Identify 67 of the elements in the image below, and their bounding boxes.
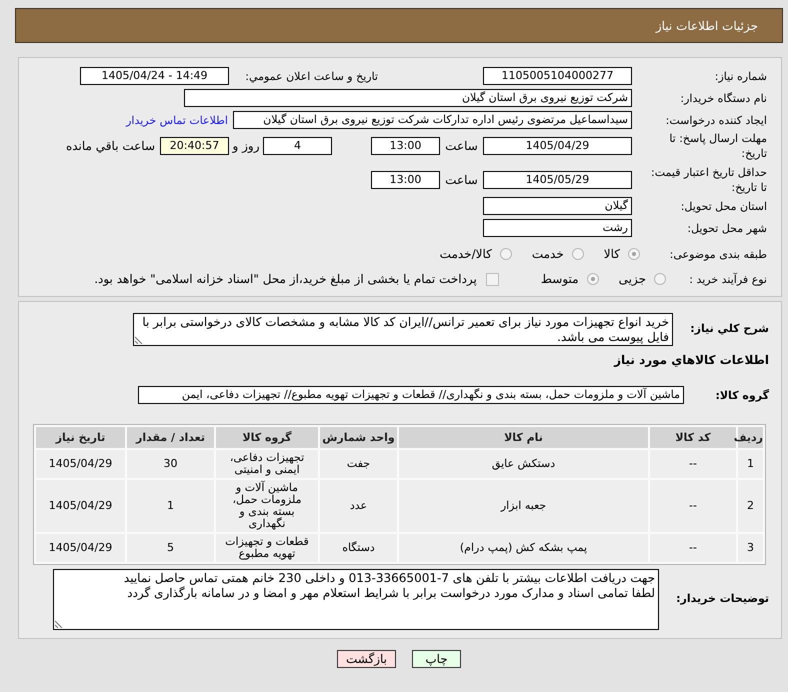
table-cell: 30 bbox=[127, 450, 214, 478]
field-label: مهلت ارسال پاسخ: تا تاریخ: bbox=[669, 132, 767, 160]
buyer-organization-field[interactable]: شرکت توزیع نیروی برق استان گیلان bbox=[184, 89, 632, 107]
table-cell: پمپ بشکه کش (پمپ درام) bbox=[399, 534, 648, 562]
delivery-province-field[interactable]: گیلان bbox=[483, 197, 632, 215]
requester-field[interactable]: سیداسماعیل مرتضوی رئیس اداره تدارکات شرکت توزیع نیروی برق استان گیلان bbox=[233, 111, 632, 129]
time-left-label: ساعت باقي مانده bbox=[66, 139, 155, 153]
back-button[interactable]: بازگشت bbox=[337, 650, 396, 668]
table-cell: جفت bbox=[320, 450, 397, 478]
delivery-city-field[interactable]: رشت bbox=[483, 219, 632, 237]
field-label: طبقه بندی موضوعی: bbox=[670, 248, 767, 260]
buyer-contact-link[interactable]: اطلاعات تماس خریدار bbox=[126, 114, 228, 126]
time-label: ساعت bbox=[445, 139, 478, 153]
column-header: کد کالا bbox=[650, 427, 736, 448]
table-cell: تجهیزات دفاعی، ایمنی و امنیتی bbox=[216, 450, 318, 478]
field-label: گروه کالا: bbox=[715, 388, 769, 402]
treasury-payment-label: پرداخت تمام یا بخشی از مبلغ خرید،از محل "اسناد خزانه اسلامی" خواهد بود. bbox=[94, 272, 477, 286]
table-cell: 1405/04/29 bbox=[36, 450, 125, 478]
table-cell: دستگاه bbox=[320, 534, 397, 562]
time-label: ساعت bbox=[445, 173, 478, 187]
table-cell: 3 bbox=[738, 534, 763, 562]
table-cell: 1405/04/29 bbox=[36, 534, 125, 562]
days-label: روز و bbox=[232, 139, 260, 153]
field-label: استان محل تحویل: bbox=[680, 200, 767, 212]
table-cell: عدد bbox=[320, 480, 397, 532]
column-header: گروه کالا bbox=[216, 427, 318, 448]
deadline-date-field[interactable]: 1405/04/29 bbox=[483, 137, 632, 155]
time-left-field[interactable]: 20:40:57 bbox=[160, 137, 229, 155]
goods-group-field[interactable]: ماشین آلات و ملزومات حمل، بسته بندی و نگهداری// قطعات و تجهیزات تهویه مطبوع// تجهیزات دفاعی، ایمن bbox=[138, 386, 684, 404]
field-label: نوع فرآیند خرید : bbox=[689, 272, 767, 286]
table-cell: -- bbox=[650, 480, 736, 532]
buyer-notes-text-area[interactable]: جهت دریافت اطلاعات بیشتر با تلفن های 7-33665001-013 و داخلی 230 خانم همتی تماس حاصل نمایید لطفا تمامی اسناد و مدارک مورد درخواست برابر با شرایط استعلام مهر و امضا و در سامانه بارگذاری گردد bbox=[53, 569, 659, 630]
table-cell: قطعات و تجهیزات تهویه مطبوع bbox=[216, 534, 318, 562]
price-validity-time-field[interactable]: 13:00 bbox=[371, 171, 440, 189]
field-label: نام دستگاه خریدار: bbox=[680, 92, 767, 104]
table-cell: 2 bbox=[738, 480, 763, 532]
table-cell: -- bbox=[650, 534, 736, 562]
description-text-area[interactable]: خرید انواع تجهیزات مورد نیاز برای تعمیر ترانس//ایران کد کالا مشابه و مشخصات کالای درخواستی برابر با فایل پیوست می باشد. bbox=[133, 313, 673, 346]
field-label: حداقل تاریخ اعتبار قیمت: تا تاریخ: bbox=[651, 166, 767, 194]
field-label: شماره نیاز: bbox=[714, 70, 767, 82]
table-cell: -- bbox=[650, 450, 736, 478]
field-label: شرح کلي نیاز: bbox=[690, 322, 769, 335]
field-label: توضیحات خریدار: bbox=[676, 592, 769, 605]
table-cell: جعبه ابزار bbox=[399, 480, 648, 532]
table-cell: ماشین آلات و ملزومات حمل، بسته بندی و نگهداری bbox=[216, 480, 318, 532]
print-button[interactable]: چاپ bbox=[412, 650, 461, 668]
column-header: تاریخ نیاز bbox=[36, 427, 125, 448]
price-validity-date-field[interactable]: 1405/05/29 bbox=[483, 171, 632, 189]
table-cell: 5 bbox=[127, 534, 214, 562]
table-cell: 1 bbox=[127, 480, 214, 532]
days-left-field[interactable]: 4 bbox=[263, 137, 332, 155]
field-label: تاریخ و ساعت اعلان عمومي: bbox=[245, 70, 378, 82]
page-title: جزئیات اطلاعات نیاز bbox=[656, 18, 758, 32]
deadline-time-field[interactable]: 13:00 bbox=[371, 137, 440, 155]
section-heading: اطلاعات کالاهاي مورد نیاز bbox=[614, 353, 769, 367]
field-label: ایجاد کننده درخواست: bbox=[666, 114, 767, 126]
field-label: شهر محل تحویل: bbox=[687, 222, 767, 234]
column-header: تعداد / مقدار bbox=[127, 427, 214, 448]
table-cell: دستکش عایق bbox=[399, 450, 648, 478]
resize-grip-icon bbox=[55, 620, 63, 628]
table-cell: 1405/04/29 bbox=[36, 480, 125, 532]
need-number-field[interactable]: 1105005104000277 bbox=[483, 67, 632, 85]
column-header: واحد شمارش bbox=[320, 427, 397, 448]
table-cell: 1 bbox=[738, 450, 763, 478]
resize-grip-icon bbox=[135, 336, 143, 344]
column-header: نام کالا bbox=[399, 427, 648, 448]
announcement-datetime-field[interactable]: 1405/04/24 - 14:49 bbox=[80, 67, 229, 85]
